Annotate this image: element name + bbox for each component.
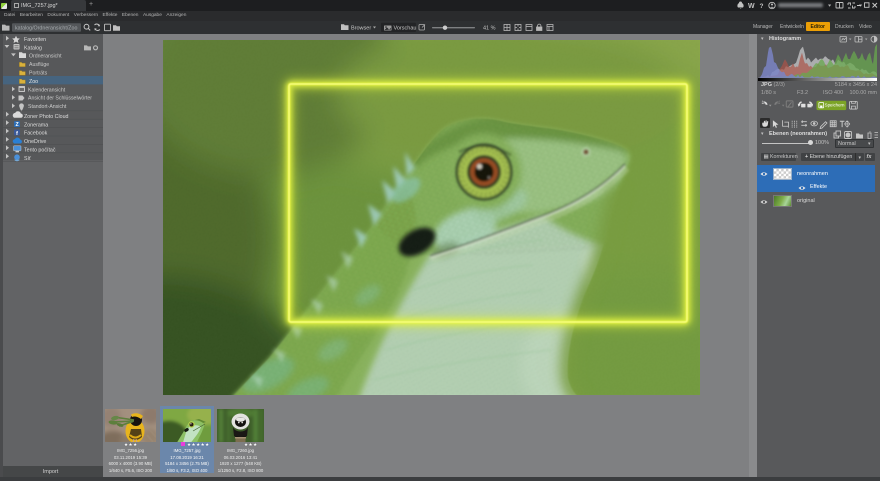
svg-text:Ausflüge: Ausflüge xyxy=(29,62,49,68)
svg-text:Zoo: Zoo xyxy=(29,79,38,85)
svg-text:Standort-Ansicht: Standort-Ansicht xyxy=(28,104,67,110)
svg-text:41 %: 41 % xyxy=(483,25,496,31)
svg-text:katalog/Ordneransicht/Zoo: katalog/Ordneransicht/Zoo xyxy=(15,26,77,32)
svg-text:Vorschau: Vorschau xyxy=(394,25,417,31)
svg-text:Porträts: Porträts xyxy=(29,71,48,77)
svg-text:Ordneransicht: Ordneransicht xyxy=(29,54,62,60)
svg-text:W: W xyxy=(748,3,755,10)
svg-text:Speichern: Speichern xyxy=(825,102,845,107)
svg-text:Katalog: Katalog xyxy=(24,45,42,51)
svg-text:Kalenderansicht: Kalenderansicht xyxy=(28,87,66,93)
svg-text:Ansicht der Schlüsselwörter: Ansicht der Schlüsselwörter xyxy=(28,96,92,102)
svg-text:Browser: Browser xyxy=(351,25,371,31)
svg-text:?: ? xyxy=(760,3,764,10)
svg-text:Favoriten: Favoriten xyxy=(24,37,46,43)
